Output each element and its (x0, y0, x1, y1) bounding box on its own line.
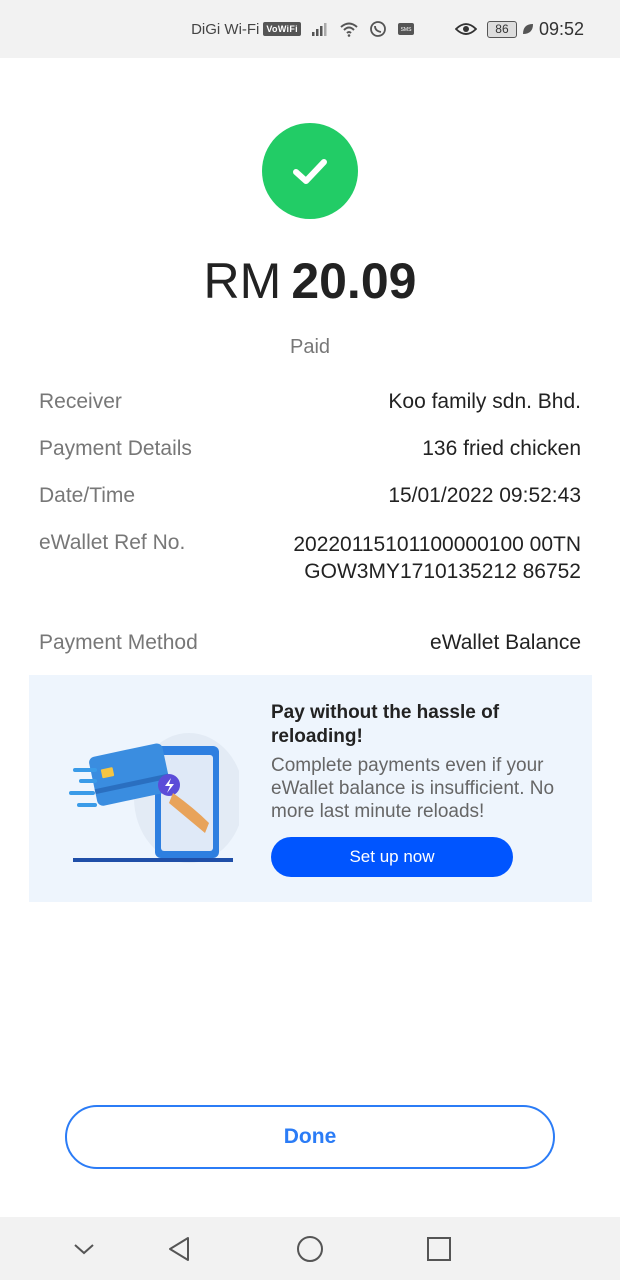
carrier-label: DiGi Wi-Fi (191, 20, 260, 38)
card-phone-illustration (69, 733, 239, 863)
battery-indicator: 86 (486, 20, 517, 38)
status-bar: DiGi Wi-Fi VoWiFi SMS 86 09:52 (0, 0, 620, 58)
detail-label: Receiver (39, 390, 122, 413)
recents-square-icon[interactable] (425, 1235, 453, 1263)
amount-value: 20.09 (291, 253, 417, 309)
detail-row-ref-no: eWallet Ref No. 20220115101100000100 00T… (39, 531, 581, 585)
sms-icon: SMS (397, 21, 415, 37)
detail-label: Payment Details (39, 437, 192, 460)
detail-row-receiver: Receiver Koo family sdn. Bhd. (39, 390, 581, 414)
signal-icon (311, 21, 329, 37)
detail-value: 136 fried chicken (422, 437, 581, 460)
detail-value: eWallet Balance (430, 631, 581, 654)
detail-row-payment-details: Payment Details 136 fried chicken (39, 437, 581, 461)
detail-value: 15/01/2022 09:52:43 (388, 484, 581, 507)
promo-banner: Pay without the hassle of reloading! Com… (29, 675, 592, 902)
whatsapp-icon (369, 20, 387, 38)
back-triangle-icon[interactable] (166, 1235, 194, 1263)
detail-row-payment-method: Payment Method eWallet Balance (39, 631, 581, 655)
vowifi-badge: VoWiFi (263, 22, 301, 36)
ref-number-value: 20220115101100000100 00TNGOW3MY171013521… (293, 533, 581, 583)
detail-value: Koo family sdn. Bhd. (388, 390, 581, 413)
system-nav-bar (0, 1217, 620, 1280)
clock-time: 09:52 (538, 18, 584, 39)
promo-description: Complete payments even if your eWallet b… (271, 755, 555, 822)
detail-label: Date/Time (39, 484, 136, 507)
detail-label: Payment Method (39, 631, 198, 654)
leaf-icon (521, 22, 535, 36)
wifi-icon (339, 21, 359, 37)
chevron-down-icon[interactable] (70, 1235, 98, 1263)
payment-amount: RM 20.09 (0, 252, 620, 310)
currency-label: RM (203, 253, 282, 309)
home-circle-icon[interactable] (296, 1235, 324, 1263)
promo-title: Pay without the hassle of reloading! (271, 702, 500, 747)
setup-now-button[interactable]: Set up now (271, 837, 513, 877)
success-check-icon (262, 123, 358, 219)
detail-row-date-time: Date/Time 15/01/2022 09:52:43 (39, 484, 581, 508)
done-button[interactable]: Done (65, 1105, 555, 1169)
detail-label: eWallet Ref No. (39, 531, 186, 554)
payment-status: Paid (289, 336, 331, 358)
eye-icon (454, 22, 477, 36)
svg-text:SMS: SMS (401, 27, 413, 33)
